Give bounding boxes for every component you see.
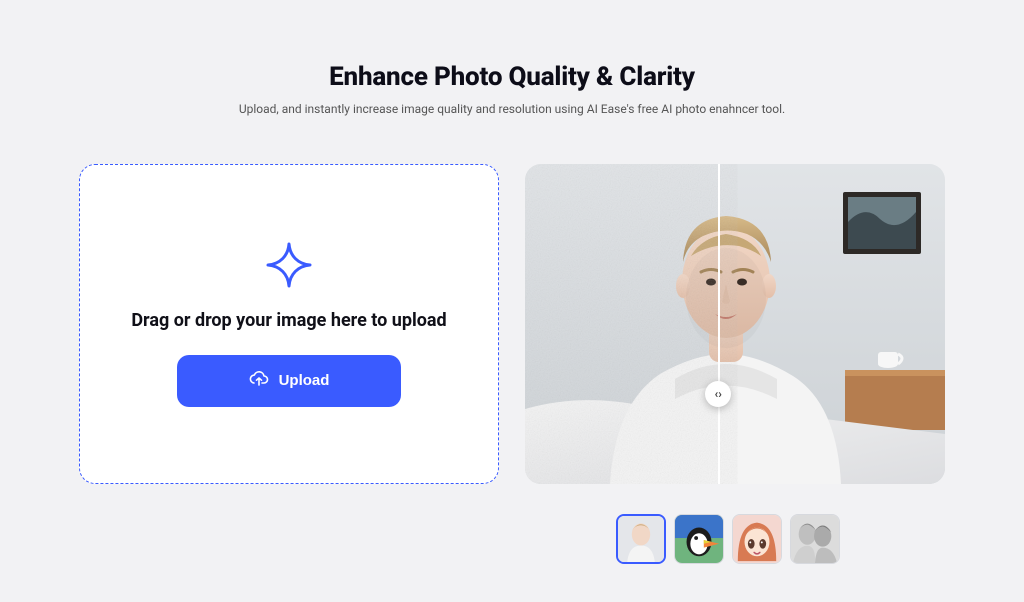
- thumb-sample-anime[interactable]: [732, 514, 782, 564]
- sample-thumbnails: [616, 514, 840, 564]
- compare-preview: ‹›: [525, 164, 945, 484]
- cloud-upload-icon: [249, 371, 269, 391]
- dropzone-label: Drag or drop your image here to upload: [131, 310, 446, 331]
- upload-button[interactable]: Upload: [177, 355, 402, 407]
- page-title: Enhance Photo Quality & Clarity: [0, 62, 1024, 92]
- page-subtitle: Upload, and instantly increase image qua…: [0, 102, 1024, 116]
- thumb-sample-puffin[interactable]: [674, 514, 724, 564]
- thumb-sample-portrait[interactable]: [616, 514, 666, 564]
- compare-slider-handle[interactable]: ‹›: [705, 381, 731, 407]
- compare-divider: [718, 164, 720, 484]
- upload-dropzone[interactable]: Drag or drop your image here to upload U…: [79, 164, 499, 484]
- slider-arrows-icon: ‹›: [715, 387, 722, 401]
- sparkle-icon: [266, 242, 312, 288]
- page-header: Enhance Photo Quality & Clarity Upload, …: [0, 0, 1024, 116]
- main-content: Drag or drop your image here to upload U…: [0, 164, 1024, 484]
- upload-button-label: Upload: [279, 372, 330, 389]
- thumb-sample-bw-photo[interactable]: [790, 514, 840, 564]
